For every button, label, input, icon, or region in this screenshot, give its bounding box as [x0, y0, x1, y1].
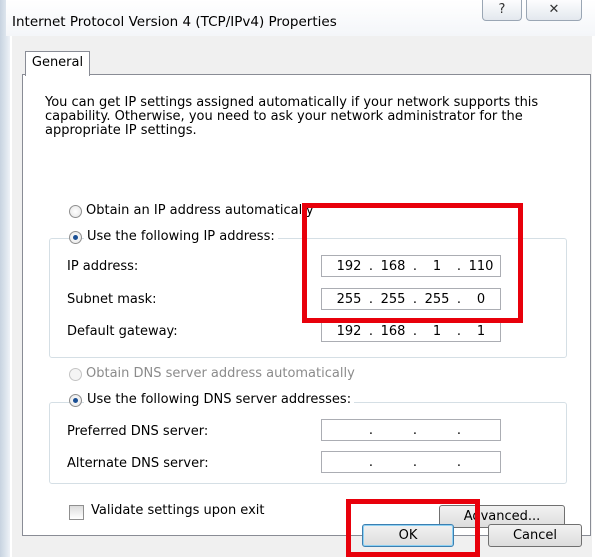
window-title: Internet Protocol Version 4 (TCP/IPv4) P…	[12, 14, 337, 30]
help-button[interactable]: ?	[482, 0, 522, 21]
tab-general[interactable]: General	[25, 51, 90, 76]
preferred-dns-input[interactable]: ...	[321, 419, 501, 441]
default-gateway-label: Default gateway:	[67, 324, 178, 339]
cancel-button[interactable]: Cancel	[488, 524, 582, 547]
default-gateway-input[interactable]: 192. 168. 1. 1	[321, 320, 501, 342]
intro-text: You can get IP settings assigned automat…	[45, 95, 539, 138]
obtain-dns-auto-radio[interactable]	[69, 368, 82, 381]
use-following-dns-radio[interactable]	[69, 394, 82, 407]
ip-octet: 1	[476, 323, 486, 339]
obtain-ip-auto-radio[interactable]	[69, 205, 82, 218]
ip-octet: 192	[336, 323, 362, 339]
octet-dot: .	[412, 323, 418, 339]
subnet-mask-label: Subnet mask:	[67, 292, 157, 307]
use-following-ip-radio[interactable]	[69, 231, 82, 244]
obtain-dns-auto-label: Obtain DNS server address automatically	[86, 366, 355, 381]
help-icon: ?	[498, 2, 506, 17]
ip-octet: 1	[432, 323, 442, 339]
ip-settings-highlight	[302, 203, 523, 323]
validate-settings-checkbox[interactable]	[69, 505, 84, 520]
octet-dot: .	[368, 422, 374, 438]
ip-octet: 168	[380, 323, 406, 339]
octet-dot: .	[456, 422, 462, 438]
octet-dot: .	[412, 422, 418, 438]
title-bar[interactable]: Internet Protocol Version 4 (TCP/IPv4) P…	[6, 0, 595, 36]
ok-button-highlight	[346, 499, 480, 557]
close-button[interactable]: ✕	[526, 0, 582, 21]
preferred-dns-label: Preferred DNS server:	[67, 424, 209, 439]
obtain-ip-auto-label: Obtain an IP address automatically	[86, 203, 314, 218]
use-following-dns-label: Use the following DNS server addresses:	[84, 392, 355, 407]
window-shadow	[0, 0, 10, 557]
validate-settings-label: Validate settings upon exit	[91, 503, 265, 518]
octet-dot: .	[412, 454, 418, 470]
ip-address-label: IP address:	[67, 259, 139, 274]
octet-dot: .	[456, 323, 462, 339]
alternate-dns-input[interactable]: ...	[321, 451, 501, 473]
octet-dot: .	[368, 323, 374, 339]
octet-dot: .	[368, 454, 374, 470]
use-following-ip-label: Use the following IP address:	[84, 229, 278, 244]
close-icon: ✕	[548, 2, 560, 17]
octet-dot: .	[456, 454, 462, 470]
alternate-dns-label: Alternate DNS server:	[67, 456, 209, 471]
